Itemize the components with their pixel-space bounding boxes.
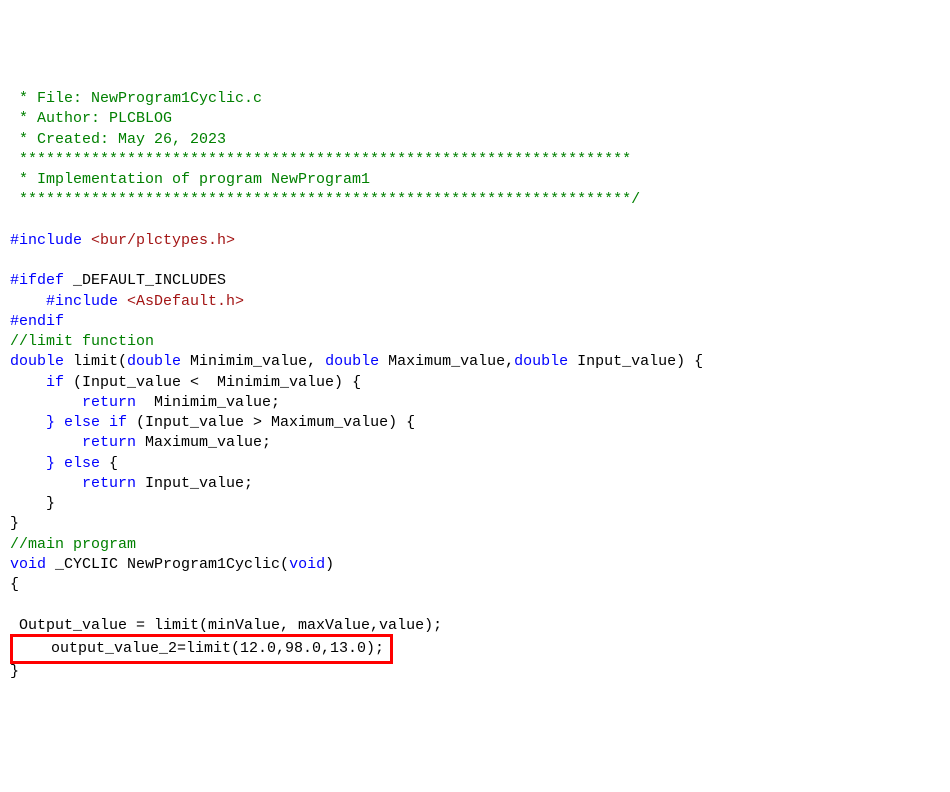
preproc-include: #include [10,293,118,310]
keyword-else: } else [10,414,100,431]
comment-line: //main program [10,536,136,553]
keyword-double: double [10,353,64,370]
comment-line: //limit function [10,333,154,350]
code-text: { [100,455,118,472]
header-path: <bur/plctypes.h> [82,232,235,249]
header-path: <AsDefault.h> [118,293,244,310]
comment-line: ****************************************… [10,151,631,168]
keyword-double: double [514,353,568,370]
preproc-endif: #endif [10,313,64,330]
code-text: (Input_value > Maximum_value) { [127,414,415,431]
code-text: Input_value; [136,475,253,492]
keyword-if: if [10,374,64,391]
code-text: (Input_value < Minimim_value) { [64,374,361,391]
code-text: Minimim_value, [181,353,325,370]
comment-line: * File: NewProgram1Cyclic.c [10,90,262,107]
code-text: { [10,576,19,593]
keyword-else: } else [10,455,100,472]
code-text: limit( [64,353,127,370]
code-text: output_value_2=limit(12.0,98.0,13.0); [15,640,384,657]
preproc-include: #include [10,232,82,249]
code-text: } [10,495,55,512]
code-text: Minimim_value; [136,394,280,411]
code-text: Maximum_value, [379,353,514,370]
code-text: Maximum_value; [136,434,271,451]
keyword-return: return [10,394,136,411]
comment-line: * Implementation of program NewProgram1 [10,171,370,188]
code-text: } [10,515,19,532]
comment-line: ****************************************… [10,191,640,208]
code-text: NewProgram1Cyclic( [127,556,289,573]
highlighted-line: output_value_2=limit(12.0,98.0,13.0); [10,634,393,664]
macro-name: _DEFAULT_INCLUDES [64,272,226,289]
keyword-return: return [10,475,136,492]
keyword-double: double [127,353,181,370]
preproc-ifdef: #ifdef [10,272,64,289]
comment-line: * Created: May 26, 2023 [10,131,226,148]
keyword-return: return [10,434,136,451]
code-block: * File: NewProgram1Cyclic.c * Author: PL… [10,89,940,682]
code-text: Input_value) { [568,353,703,370]
code-text: Output_value = limit(minValue, maxValue,… [10,617,442,634]
keyword-void: void [10,556,46,573]
code-text: ) [325,556,334,573]
keyword-void: void [289,556,325,573]
keyword-double: double [325,353,379,370]
keyword-if: if [100,414,127,431]
code-text: } [10,663,19,680]
code-text: _CYCLIC [46,556,127,573]
comment-line: * Author: PLCBLOG [10,110,172,127]
